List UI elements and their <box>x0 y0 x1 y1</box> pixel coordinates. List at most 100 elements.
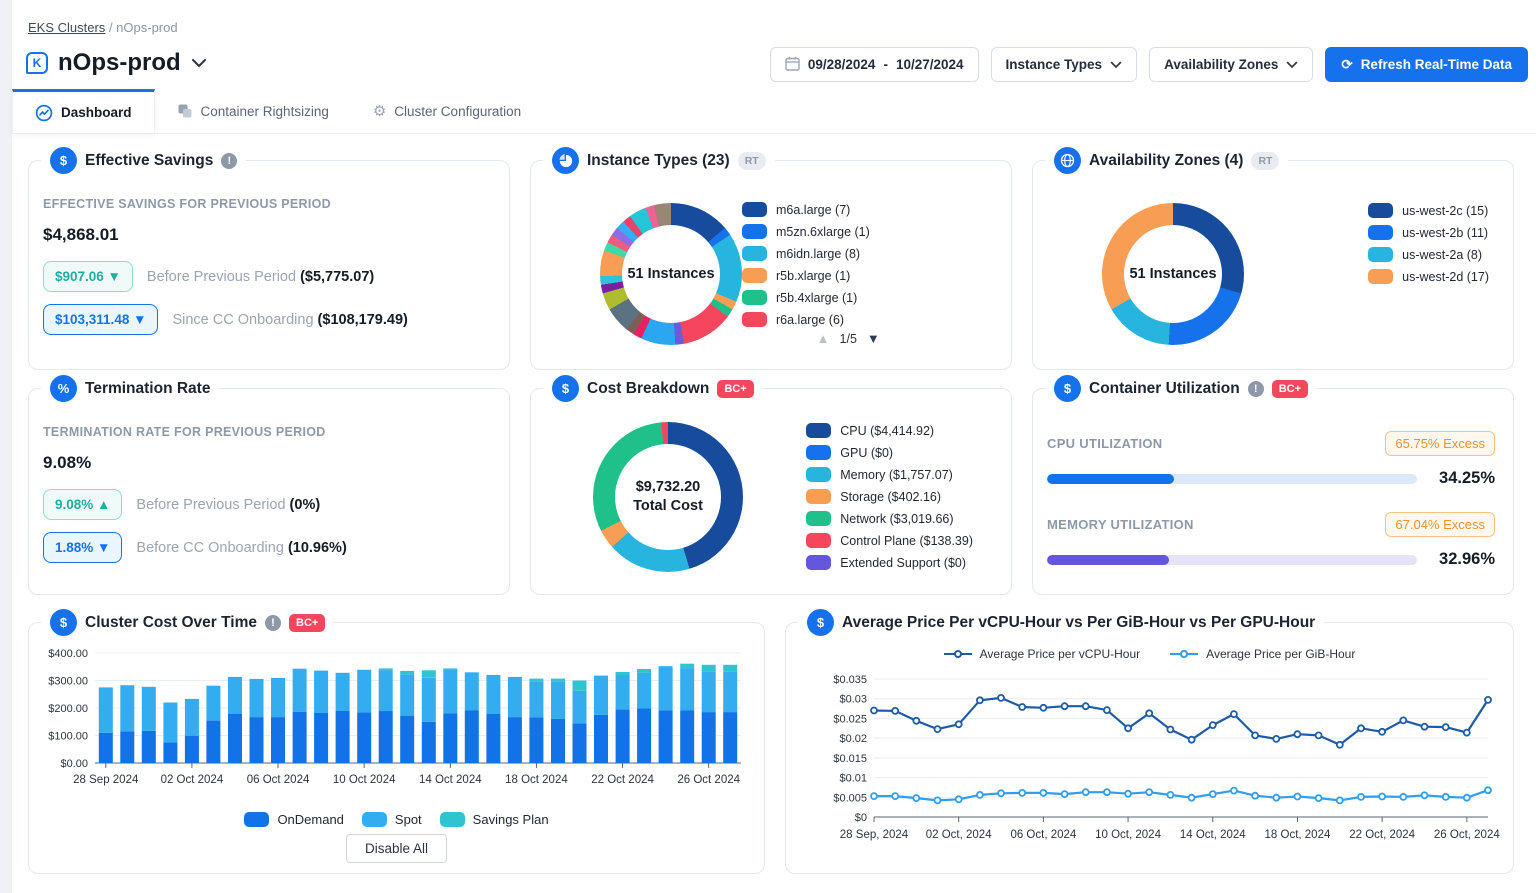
legend-swatch-icon <box>806 467 831 482</box>
memory-utilization-progress-bar <box>1047 555 1417 565</box>
legend-label: m6a.large (7) <box>776 203 850 217</box>
legend-swatch-icon <box>440 812 465 827</box>
legend-item[interactable]: r5b.xlarge (1) <box>742 268 870 283</box>
legend-swatch-icon <box>742 312 767 327</box>
info-icon[interactable]: ! <box>1248 381 1264 397</box>
kpi-sub-label: Since CC Onboarding ($108,179.49) <box>172 312 407 328</box>
legend-item[interactable]: us-west-2b (11) <box>1368 225 1489 240</box>
legend-item[interactable]: m5zn.6xlarge (1) <box>742 224 870 239</box>
info-icon[interactable]: ! <box>265 615 281 631</box>
legend-item[interactable]: GPU ($0) <box>806 445 973 460</box>
cluster-cost-bar-chart[interactable]: $0.00$100.00$200.00$300.00$400.0028 Sep … <box>39 645 751 805</box>
dollar-circle-icon: $ <box>552 375 579 402</box>
svg-text:$0: $0 <box>855 812 867 824</box>
legend-item[interactable]: OnDemand <box>244 812 343 827</box>
card-title: Average Price Per vCPU-Hour vs Per GiB-H… <box>842 614 1315 632</box>
tab-label: Cluster Configuration <box>394 104 521 119</box>
breadcrumb-link-eks-clusters[interactable]: EKS Clusters <box>28 20 105 35</box>
card-title: Instance Types (23) <box>587 152 730 170</box>
date-range-picker[interactable]: 09/28/2024 - 10/27/2024 <box>770 47 979 82</box>
average-price-line-chart[interactable]: $0$0.005$0.01$0.015$0.02$0.025$0.03$0.03… <box>792 667 1504 853</box>
info-icon[interactable]: ! <box>221 153 237 169</box>
legend-item[interactable]: Extended Support ($0) <box>806 555 973 570</box>
container-utilization-card: $ Container Utilization ! BC+ CPU UTILIZ… <box>1032 388 1514 595</box>
card-title: Effective Savings <box>85 152 213 170</box>
legend-item[interactable]: Control Plane ($138.39) <box>806 533 973 548</box>
page-title: nOps-prod <box>58 49 181 77</box>
legend-item[interactable]: Memory ($1,757.07) <box>806 467 973 482</box>
legend-item[interactable]: CPU ($4,414.92) <box>806 423 973 438</box>
tab-label: Container Rightsizing <box>201 104 329 119</box>
rt-badge: RT <box>738 152 766 170</box>
disable-all-button[interactable]: Disable All <box>346 834 447 863</box>
line-marker-icon <box>1170 653 1198 656</box>
tab-container-rightsizing[interactable]: Container Rightsizing <box>155 89 351 133</box>
legend-item[interactable]: m6idn.large (8) <box>742 246 870 261</box>
legend-item[interactable]: Average Price per vCPU-Hour <box>944 647 1141 661</box>
legend-item[interactable]: Average Price per GiB-Hour <box>1170 647 1355 661</box>
legend-page-down-icon[interactable]: ▼ <box>867 331 880 346</box>
termination-delta-pill[interactable]: 1.88% ▼ <box>43 532 122 563</box>
legend-swatch-icon <box>806 555 831 570</box>
legend-swatch-icon <box>742 246 767 261</box>
svg-text:14 Oct 2024: 14 Oct 2024 <box>419 774 482 786</box>
effective-savings-card: $ Effective Savings ! EFFECTIVE SAVINGS … <box>28 160 510 370</box>
donut-center-label: 51 Instances <box>1102 203 1244 345</box>
kpi-caption: EFFECTIVE SAVINGS FOR PREVIOUS PERIOD <box>43 197 487 211</box>
legend-item[interactable]: Storage ($402.16) <box>806 489 973 504</box>
legend-item[interactable]: Savings Plan <box>440 812 549 827</box>
legend-item[interactable]: Spot <box>362 812 422 827</box>
tab-dashboard[interactable]: Dashboard <box>12 89 155 133</box>
refresh-icon: ⟳ <box>1341 57 1352 73</box>
legend-label: Average Price per GiB-Hour <box>1206 647 1355 661</box>
svg-text:14 Oct, 2024: 14 Oct, 2024 <box>1180 829 1246 841</box>
legend-label: CPU ($4,414.92) <box>840 424 934 438</box>
savings-delta-pill[interactable]: $907.06 ▼ <box>43 261 133 292</box>
card-title: Availability Zones (4) <box>1089 152 1243 170</box>
svg-text:$0.00: $0.00 <box>60 758 88 770</box>
legend-item[interactable]: r5b.4xlarge (1) <box>742 290 870 305</box>
svg-text:$0.03: $0.03 <box>839 694 867 706</box>
legend-page-up-icon[interactable]: ▲ <box>817 331 830 346</box>
excess-badge: 65.75% Excess <box>1385 431 1495 456</box>
refresh-real-time-data-button[interactable]: ⟳ Refresh Real-Time Data <box>1325 47 1528 82</box>
tab-cluster-configuration[interactable]: ⚙ Cluster Configuration <box>351 89 543 133</box>
legend-item[interactable]: Network ($3,019.66) <box>806 511 973 526</box>
bc-plus-badge: BC+ <box>289 614 325 632</box>
legend-swatch-icon <box>806 533 831 548</box>
svg-text:06 Oct 2024: 06 Oct 2024 <box>247 774 310 786</box>
dashboard-icon <box>35 104 53 122</box>
legend-label: Average Price per vCPU-Hour <box>980 647 1141 661</box>
legend-item[interactable]: us-west-2a (8) <box>1368 247 1489 262</box>
legend-item[interactable]: us-west-2d (17) <box>1368 269 1489 284</box>
legend-item[interactable]: us-west-2c (15) <box>1368 203 1489 218</box>
legend-swatch-icon <box>742 202 767 217</box>
tab-label: Dashboard <box>61 105 132 120</box>
instance-types-card: Instance Types (23) RT 51 Instances m6a.… <box>530 160 1012 370</box>
legend-label: Control Plane ($138.39) <box>840 534 973 548</box>
svg-text:$0.02: $0.02 <box>839 733 867 745</box>
kpi-sub-label: Before CC Onboarding (10.96%) <box>136 540 346 556</box>
instance-types-filter-dropdown[interactable]: Instance Types <box>991 47 1138 82</box>
termination-delta-pill[interactable]: 9.08% ▲ <box>43 489 122 520</box>
svg-text:$100.00: $100.00 <box>48 731 88 743</box>
savings-delta-pill[interactable]: $103,311.48 ▼ <box>43 304 158 335</box>
dollar-circle-icon: $ <box>807 609 834 636</box>
legend-swatch-icon <box>806 511 831 526</box>
cpu-utilization-progress-bar <box>1047 474 1417 484</box>
card-title: Container Utilization <box>1089 380 1240 398</box>
utilization-value: 34.25% <box>1431 469 1495 488</box>
availability-zones-filter-dropdown[interactable]: Availability Zones <box>1149 47 1313 82</box>
legend-label: r5b.4xlarge (1) <box>776 291 857 305</box>
svg-text:10 Oct 2024: 10 Oct 2024 <box>333 774 396 786</box>
dollar-circle-icon: $ <box>1054 375 1081 402</box>
legend-item[interactable]: m6a.large (7) <box>742 202 870 217</box>
legend-label: us-west-2a (8) <box>1402 248 1482 262</box>
legend-swatch-icon <box>1368 225 1393 240</box>
cluster-selector-chevron-down-icon[interactable] <box>191 58 207 68</box>
cost-breakdown-card: $ Cost Breakdown BC+ $9,732.20 Total Cos… <box>530 388 1012 595</box>
legend-item[interactable]: r6a.large (6) <box>742 312 870 327</box>
legend-label: Extended Support ($0) <box>840 556 966 570</box>
legend-label: us-west-2c (15) <box>1402 204 1488 218</box>
legend-swatch-icon <box>1368 247 1393 262</box>
